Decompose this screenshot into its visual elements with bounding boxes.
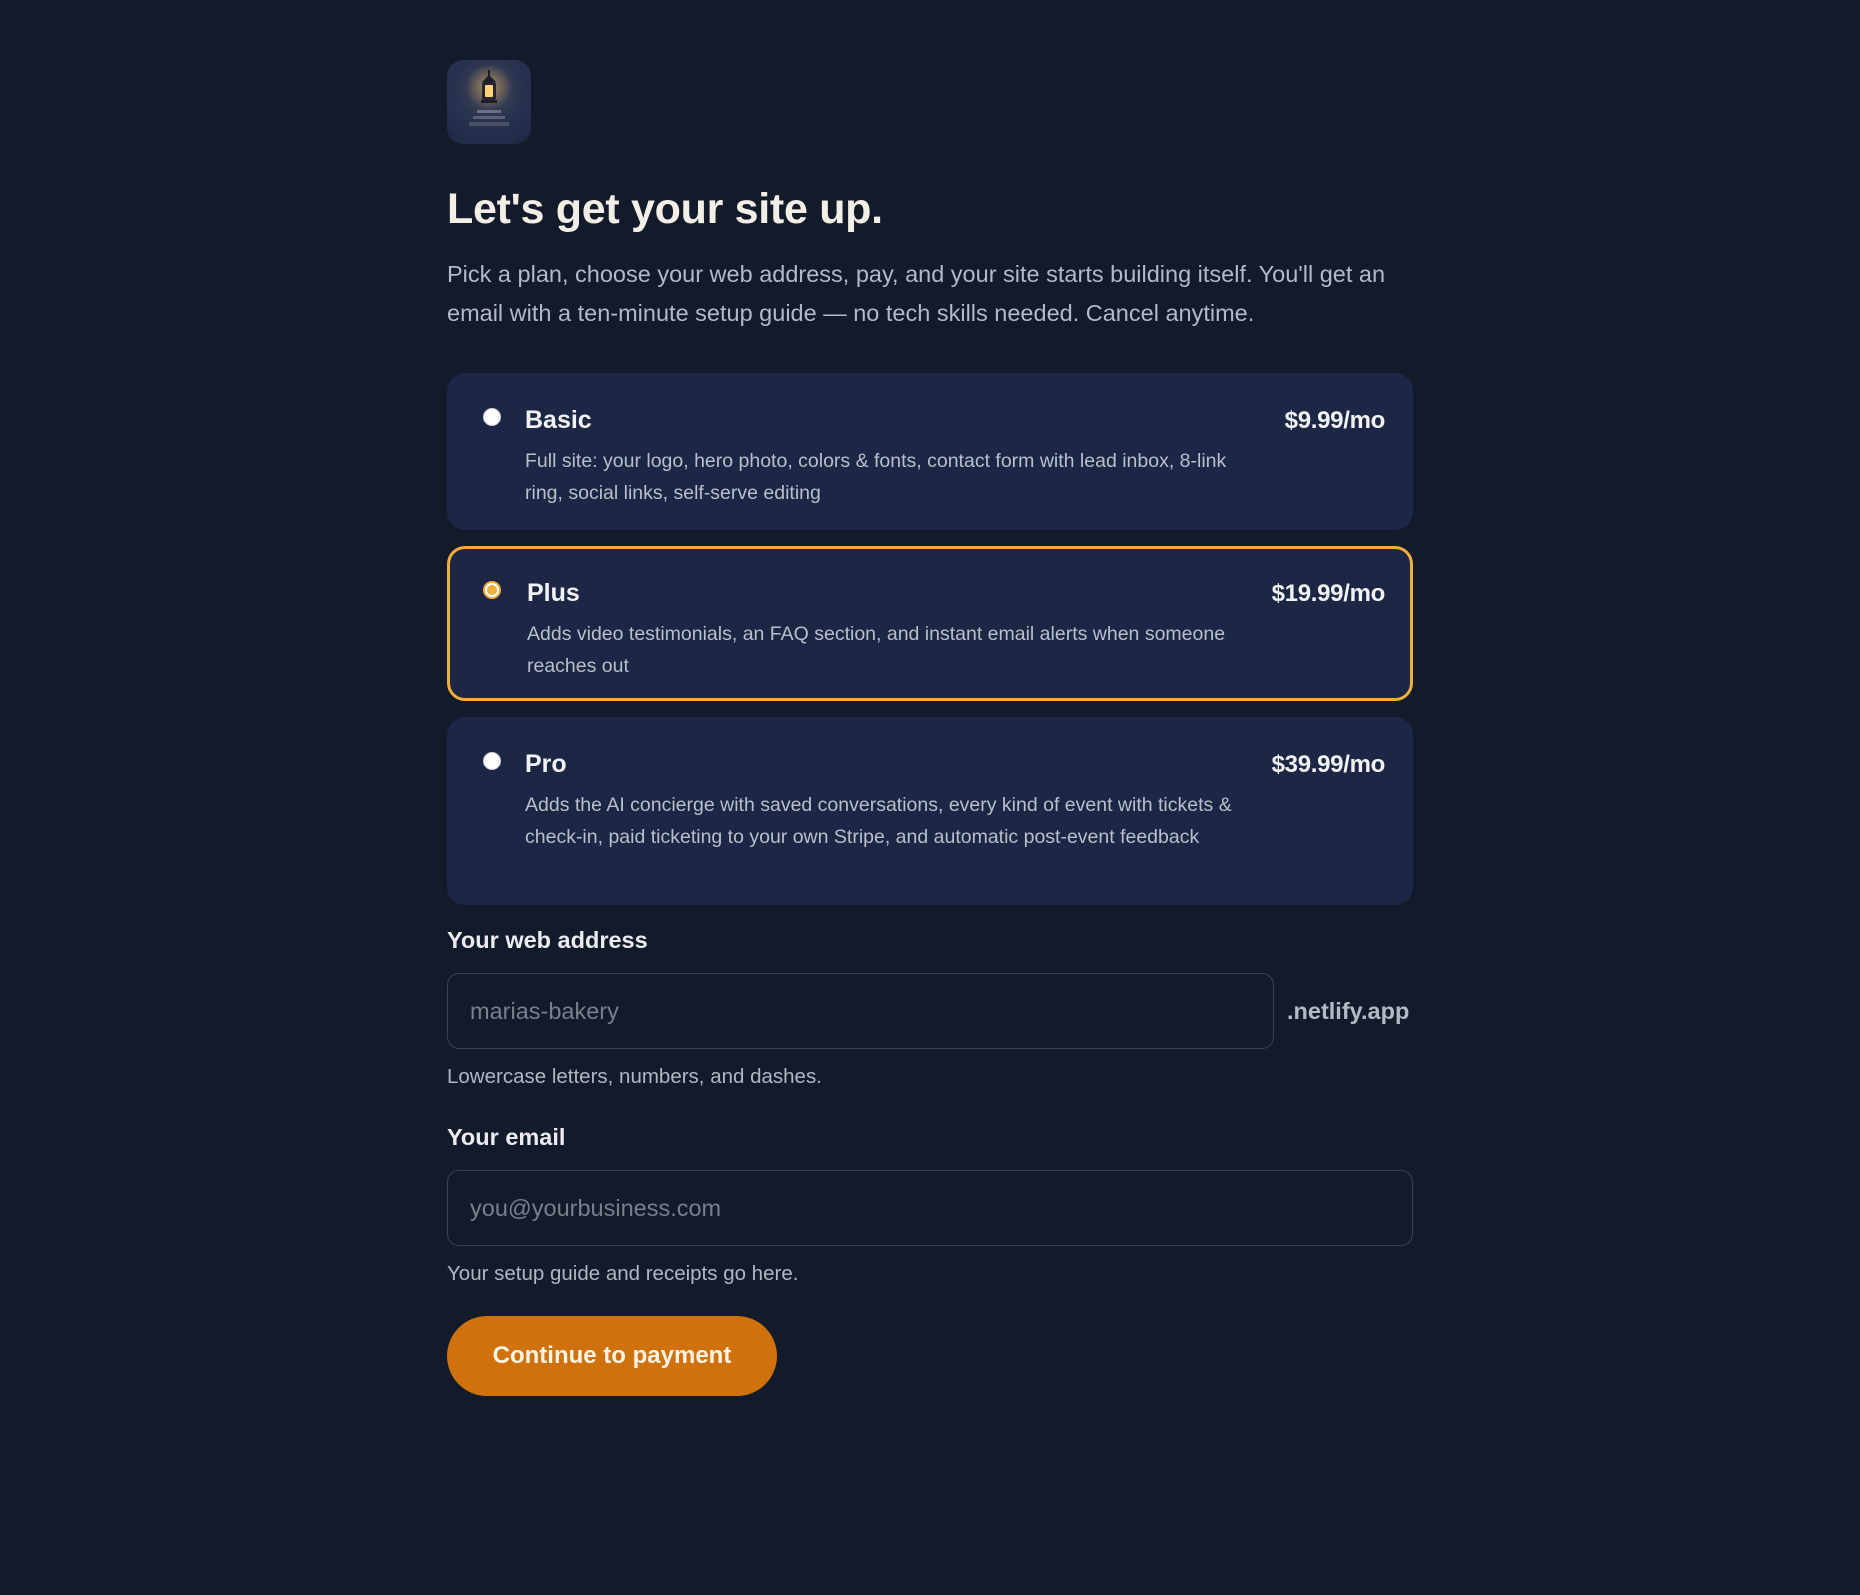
plan-options: Basic $9.99/mo Full site: your logo, her… [447, 373, 1413, 906]
plan-radio-basic[interactable] [483, 408, 501, 427]
page-title: Let's get your site up. [447, 185, 883, 233]
page-subtitle: Pick a plan, choose your web address, pa… [447, 261, 1386, 327]
plan-name: Basic [525, 406, 592, 435]
plan-name: Pro [525, 750, 567, 779]
plan-radio-plus[interactable] [483, 581, 501, 600]
plan-description: Adds the AI concierge with saved convers… [525, 794, 1232, 849]
continue-to-payment-button[interactable]: Continue to payment [447, 1316, 777, 1397]
email-field[interactable] [447, 1170, 1413, 1247]
plan-name: Plus [527, 579, 580, 608]
plan-description: Adds video testimonials, an FAQ section,… [527, 623, 1226, 678]
web-address-input[interactable] [447, 973, 1274, 1050]
plan-price: $19.99/mo [1271, 580, 1386, 608]
web-address-label: Your web address [447, 927, 648, 954]
web-address-suffix: .netlify.app [1287, 997, 1410, 1024]
plan-description: Full site: your logo, hero photo, colors… [525, 450, 1227, 505]
plan-card-pro[interactable]: Pro $39.99/mo Adds the AI concierge with… [447, 717, 1413, 906]
plan-card-basic[interactable]: Basic $9.99/mo Full site: your logo, her… [447, 373, 1413, 531]
lighthouse-lantern-icon [447, 60, 531, 144]
plan-price: $39.99/mo [1271, 751, 1386, 779]
web-address-hint: Lowercase letters, numbers, and dashes. [447, 1065, 822, 1089]
email-hint: Your setup guide and receipts go here. [447, 1262, 799, 1286]
plan-radio-pro[interactable] [483, 752, 501, 771]
plan-card-plus[interactable]: Plus $19.99/mo Adds video testimonials, … [447, 546, 1413, 702]
web-address-row: .netlify.app [447, 973, 1413, 1050]
plan-price: $9.99/mo [1284, 407, 1386, 435]
email-label: Your email [447, 1124, 566, 1151]
signup-page: Let's get your site up. Pick a plan, cho… [447, 60, 1413, 1397]
